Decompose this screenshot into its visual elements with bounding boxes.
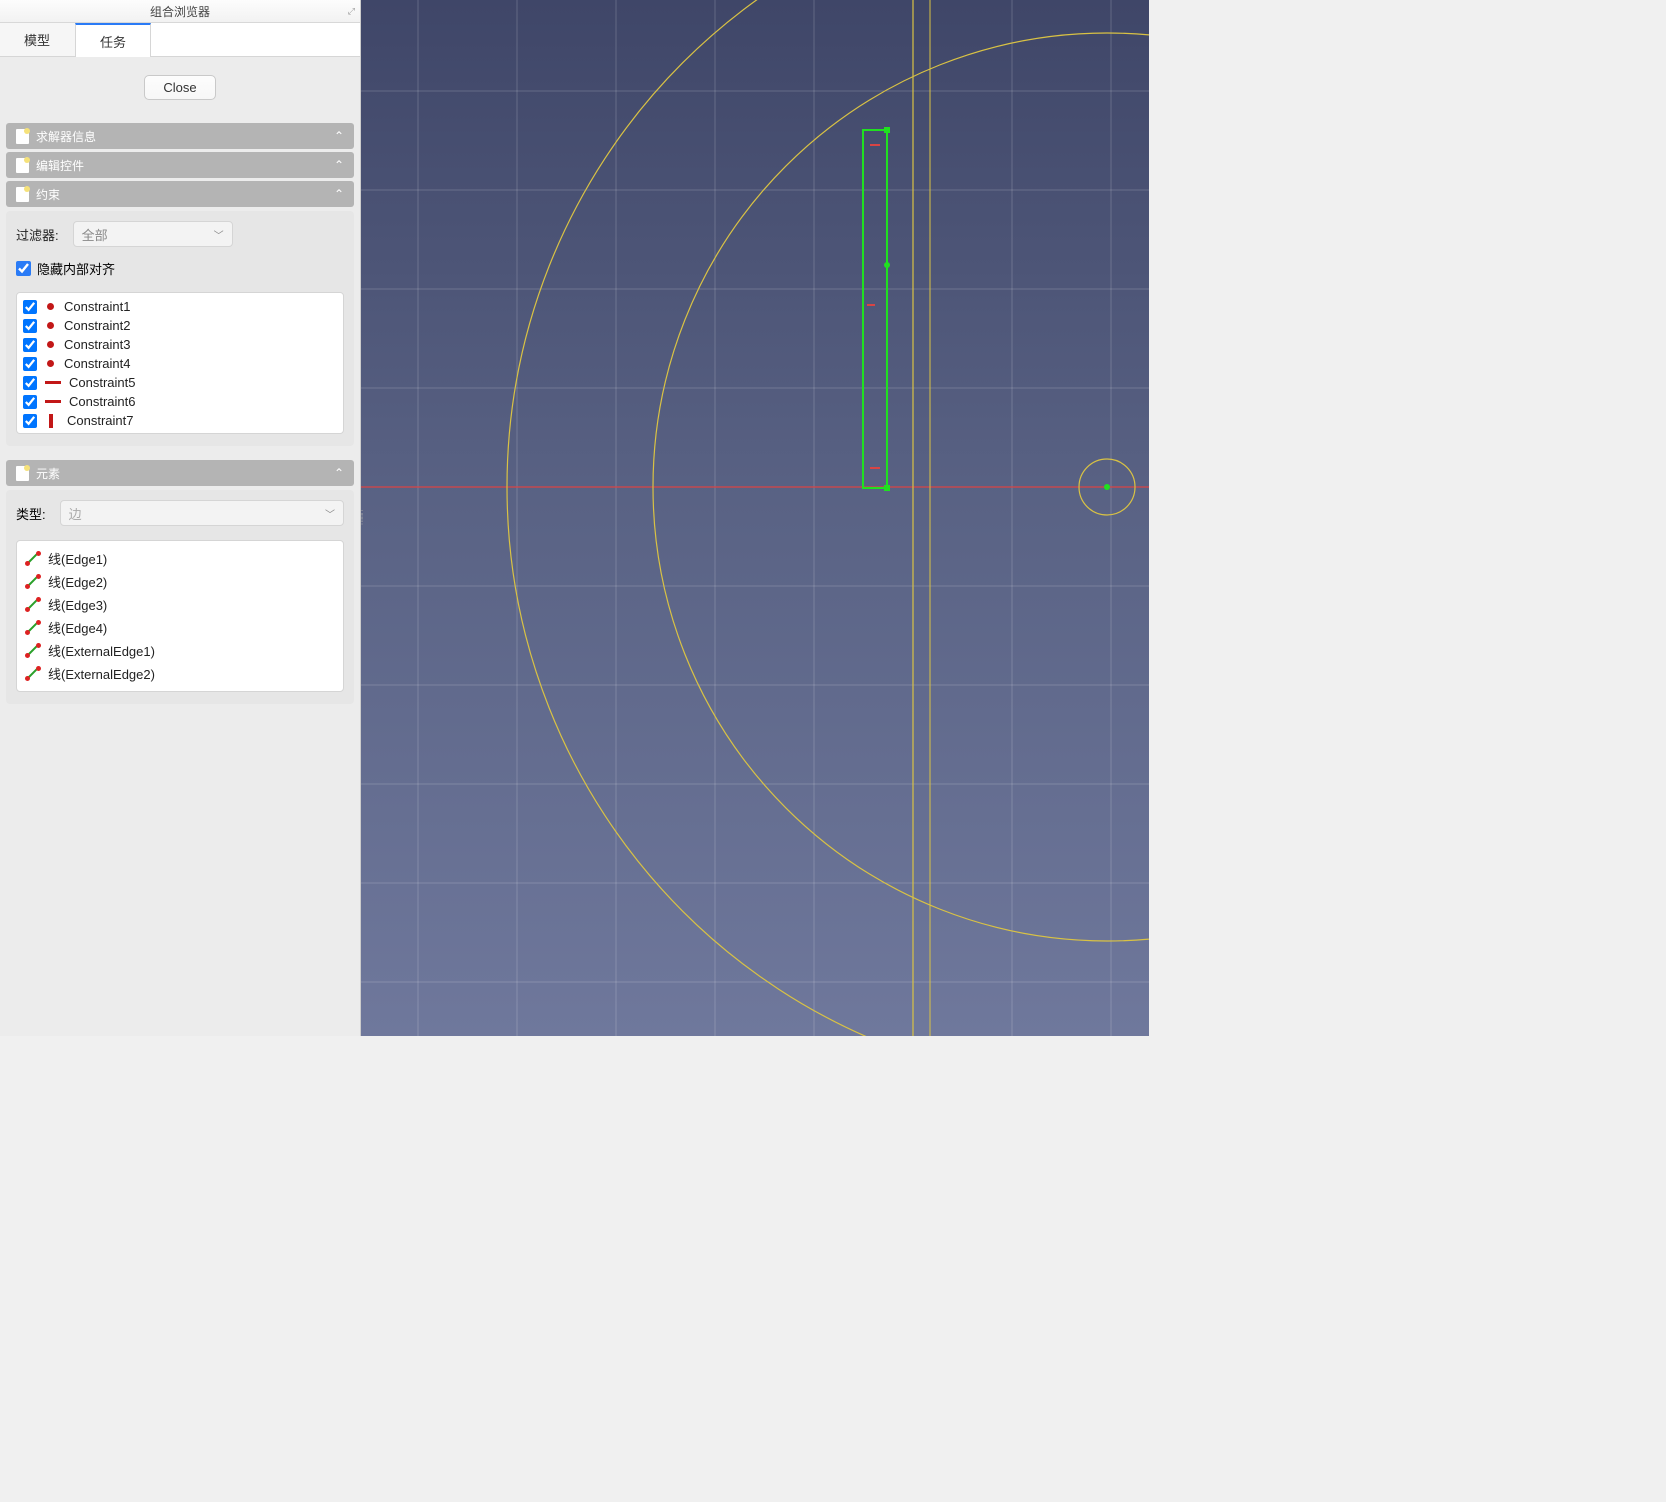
tab-model[interactable]: 模型 [0, 23, 75, 56]
point-constraint-icon [47, 303, 54, 310]
document-icon [16, 466, 29, 481]
constraint-listbox[interactable]: Constraint1 Constraint2 Constraint3 Constra… [16, 292, 344, 434]
line-icon [25, 597, 41, 613]
tab-tasks[interactable]: 任务 [75, 23, 151, 57]
constraint-item[interactable]: Constraint4 [21, 354, 339, 373]
section-solver-header[interactable]: 求解器信息 ⌃ [6, 123, 354, 149]
filter-combo[interactable]: 全部 ﹀ [73, 221, 233, 247]
document-icon [16, 187, 29, 202]
document-icon [16, 158, 29, 173]
hide-internal-label: 隐藏内部对齐 [37, 259, 115, 278]
type-label: 类型: [16, 504, 46, 523]
element-listbox[interactable]: 线(Edge1) 线(Edge2) 线(Edge3) 线(Edge4) 线(Extern… [16, 540, 344, 692]
constraint-checkbox[interactable] [23, 414, 37, 428]
chevron-up-icon: ⌃ [334, 466, 344, 480]
constraint-label: Constraint5 [69, 375, 135, 390]
section-edit-controls-title: 编辑控件 [36, 157, 84, 174]
chevron-up-icon: ⌃ [334, 158, 344, 172]
constraint-label: Constraint3 [64, 337, 130, 352]
line-icon [25, 643, 41, 659]
vertical-constraint-icon [49, 414, 53, 428]
constraint-item[interactable]: Constraint2 [21, 316, 339, 335]
viewport-svg [361, 0, 1149, 1036]
chevron-up-icon: ⌃ [334, 129, 344, 143]
hide-internal-checkbox[interactable] [16, 261, 31, 276]
task-body: Close 求解器信息 ⌃ 编辑控件 ⌃ 约束 ⌃ 过滤器: 全部 [0, 57, 360, 1036]
constraint-checkbox[interactable] [23, 319, 37, 333]
close-button[interactable]: Close [144, 75, 215, 100]
line-icon [25, 574, 41, 590]
panel-title: 组合浏览器 [150, 3, 210, 20]
chevron-down-icon: ﹀ [214, 227, 224, 242]
section-elements-header[interactable]: 元素 ⌃ [6, 460, 354, 486]
horizontal-constraint-icon [45, 381, 61, 384]
element-item[interactable]: 线(Edge1) [23, 547, 337, 570]
constraint-item[interactable]: Constraint3 [21, 335, 339, 354]
element-item[interactable]: 线(ExternalEdge1) [23, 639, 337, 662]
section-constraints-title: 约束 [36, 186, 60, 203]
section-constraints-body: 过滤器: 全部 ﹀ 隐藏内部对齐 Constraint1Constraint2C… [6, 211, 354, 446]
constraint-label: Constraint1 [64, 299, 130, 314]
selected-sketch-rect [863, 130, 887, 488]
element-item[interactable]: 线(Edge3) [23, 593, 337, 616]
tab-bar: 模型 任务 [0, 23, 360, 57]
constraint-item[interactable]: Constraint5 [21, 373, 339, 392]
type-combo[interactable]: 边 ﹀ [60, 500, 344, 526]
line-icon [25, 620, 41, 636]
constraint-label: Constraint2 [64, 318, 130, 333]
constraint-item[interactable]: Constraint1 [21, 297, 339, 316]
constraint-checkbox[interactable] [23, 376, 37, 390]
constraint-label: Constraint7 [67, 413, 133, 428]
3d-viewport[interactable]: ⋮⋮⋮ [361, 0, 1149, 1036]
element-label: 线(Edge3) [48, 595, 107, 614]
constraint-item[interactable]: Constraint6 [21, 392, 339, 411]
element-label: 线(Edge4) [48, 618, 107, 637]
constraint-item[interactable]: Constraint7 [21, 411, 339, 430]
element-label: 线(Edge2) [48, 572, 107, 591]
chevron-up-icon: ⌃ [334, 187, 344, 201]
section-elements-title: 元素 [36, 465, 60, 482]
constraint-label: Constraint6 [69, 394, 135, 409]
undock-icon[interactable]: ⤢ [348, 6, 354, 17]
horizontal-constraint-icon [45, 400, 61, 403]
constraint-label: Constraint4 [64, 356, 130, 371]
constraint-checkbox[interactable] [23, 395, 37, 409]
element-label: 线(ExternalEdge1) [48, 641, 155, 660]
section-edit-controls-header[interactable]: 编辑控件 ⌃ [6, 152, 354, 178]
element-label: 线(Edge1) [48, 549, 107, 568]
point-constraint-icon [47, 360, 54, 367]
constraint-checkbox[interactable] [23, 300, 37, 314]
element-item[interactable]: 线(Edge4) [23, 616, 337, 639]
filter-label: 过滤器: [16, 225, 59, 244]
section-solver-title: 求解器信息 [36, 128, 96, 145]
line-icon [25, 666, 41, 682]
element-label: 线(ExternalEdge2) [48, 664, 155, 683]
document-icon [16, 129, 29, 144]
point-constraint-icon [47, 341, 54, 348]
section-elements-body: 类型: 边 ﹀ 线(Edge1) 线(Edge2) 线(Edge3) 线(Edge4)… [6, 490, 354, 704]
element-item[interactable]: 线(Edge2) [23, 570, 337, 593]
point-constraint-icon [47, 322, 54, 329]
close-row: Close [0, 57, 360, 120]
constraint-checkbox[interactable] [23, 357, 37, 371]
panel-titlebar: 组合浏览器 ⤢ [0, 0, 360, 23]
element-item[interactable]: 线(ExternalEdge2) [23, 662, 337, 685]
constraint-checkbox[interactable] [23, 338, 37, 352]
chevron-down-icon: ﹀ [325, 506, 335, 521]
section-constraints-header[interactable]: 约束 ⌃ [6, 181, 354, 207]
combo-browser-panel: 组合浏览器 ⤢ 模型 任务 Close 求解器信息 ⌃ 编辑控件 ⌃ [0, 0, 361, 1036]
line-icon [25, 551, 41, 567]
